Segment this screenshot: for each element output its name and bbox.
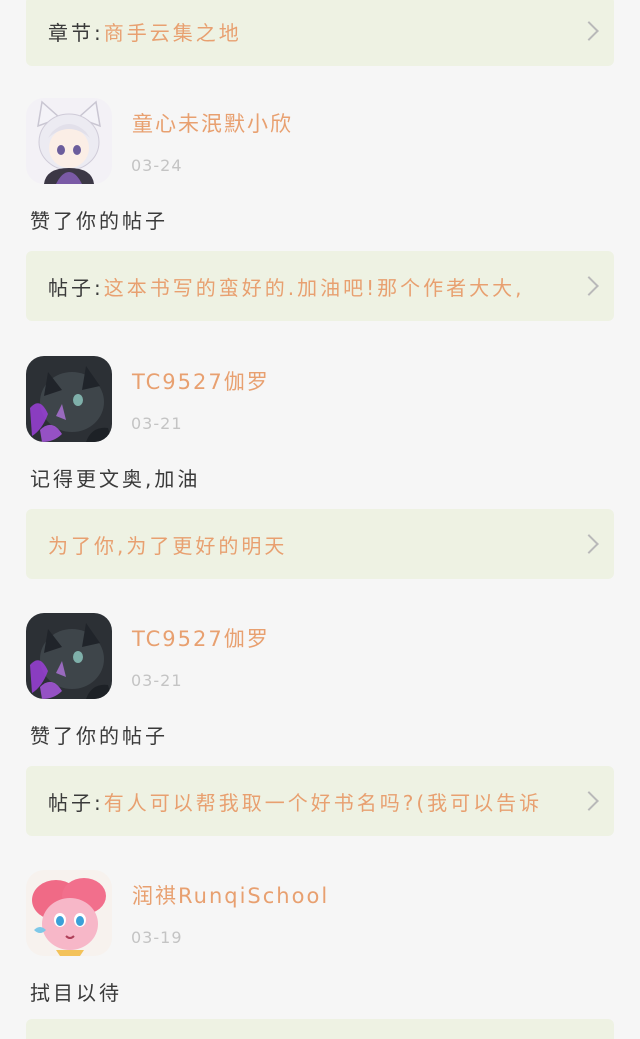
avatar[interactable]: [26, 356, 112, 442]
notification-message: 赞了你的帖子: [30, 724, 168, 748]
username[interactable]: TC9527伽罗: [132, 623, 270, 653]
reference-text: 为了你,为了更好的明天: [48, 530, 287, 559]
reference-prefix: 章节:: [48, 20, 104, 45]
avatar[interactable]: [26, 613, 112, 699]
avatar[interactable]: [26, 870, 112, 956]
white-haired-cat-ear-anime-avatar: [26, 98, 112, 184]
notification-message: 拭目以待: [30, 981, 122, 1005]
post-reference-card[interactable]: 帖子:有人可以帮我取一个好书名吗?(我可以告诉: [26, 766, 614, 836]
reference-text: 帖子:这本书写的蛮好的.加油吧!那个作者大大,: [48, 272, 524, 301]
chevron-right-icon: [579, 21, 599, 41]
reference-text: 帖子:有人可以帮我取一个好书名吗?(我可以告诉: [48, 787, 542, 816]
chevron-right-icon: [579, 276, 599, 296]
username[interactable]: TC9527伽罗: [132, 366, 270, 396]
reference-text: 章节:商手云集之地: [48, 17, 242, 46]
post-reference-card[interactable]: [26, 1019, 614, 1039]
chevron-right-icon: [579, 791, 599, 811]
chapter-reference-card[interactable]: 章节:商手云集之地: [26, 0, 614, 66]
reference-prefix: 帖子:: [48, 790, 104, 815]
reference-content: 商手云集之地: [103, 20, 242, 45]
reference-prefix: 帖子:: [48, 275, 104, 300]
reference-content: 为了你,为了更好的明天: [48, 533, 288, 558]
timestamp: 03-19: [131, 928, 183, 947]
timestamp: 03-24: [131, 156, 183, 175]
chevron-right-icon: [579, 534, 599, 554]
dark-pony-purple-glow-avatar: [26, 356, 112, 442]
pink-pony-avatar: [26, 870, 112, 956]
timestamp: 03-21: [131, 671, 183, 690]
post-reference-card[interactable]: 为了你,为了更好的明天: [26, 509, 614, 579]
avatar[interactable]: [26, 98, 112, 184]
timestamp: 03-21: [131, 414, 183, 433]
post-reference-card[interactable]: 帖子:这本书写的蛮好的.加油吧!那个作者大大,: [26, 251, 614, 321]
reference-content: 有人可以帮我取一个好书名吗?(我可以告诉: [103, 790, 543, 815]
notification-message: 记得更文奥,加油: [30, 467, 201, 491]
username[interactable]: 润祺RunqiSchool: [132, 880, 329, 910]
dark-pony-purple-glow-avatar: [26, 613, 112, 699]
notification-message: 赞了你的帖子: [30, 209, 168, 233]
username[interactable]: 童心未泯默小欣: [132, 108, 293, 138]
reference-content: 这本书写的蛮好的.加油吧!那个作者大大,: [103, 275, 525, 300]
